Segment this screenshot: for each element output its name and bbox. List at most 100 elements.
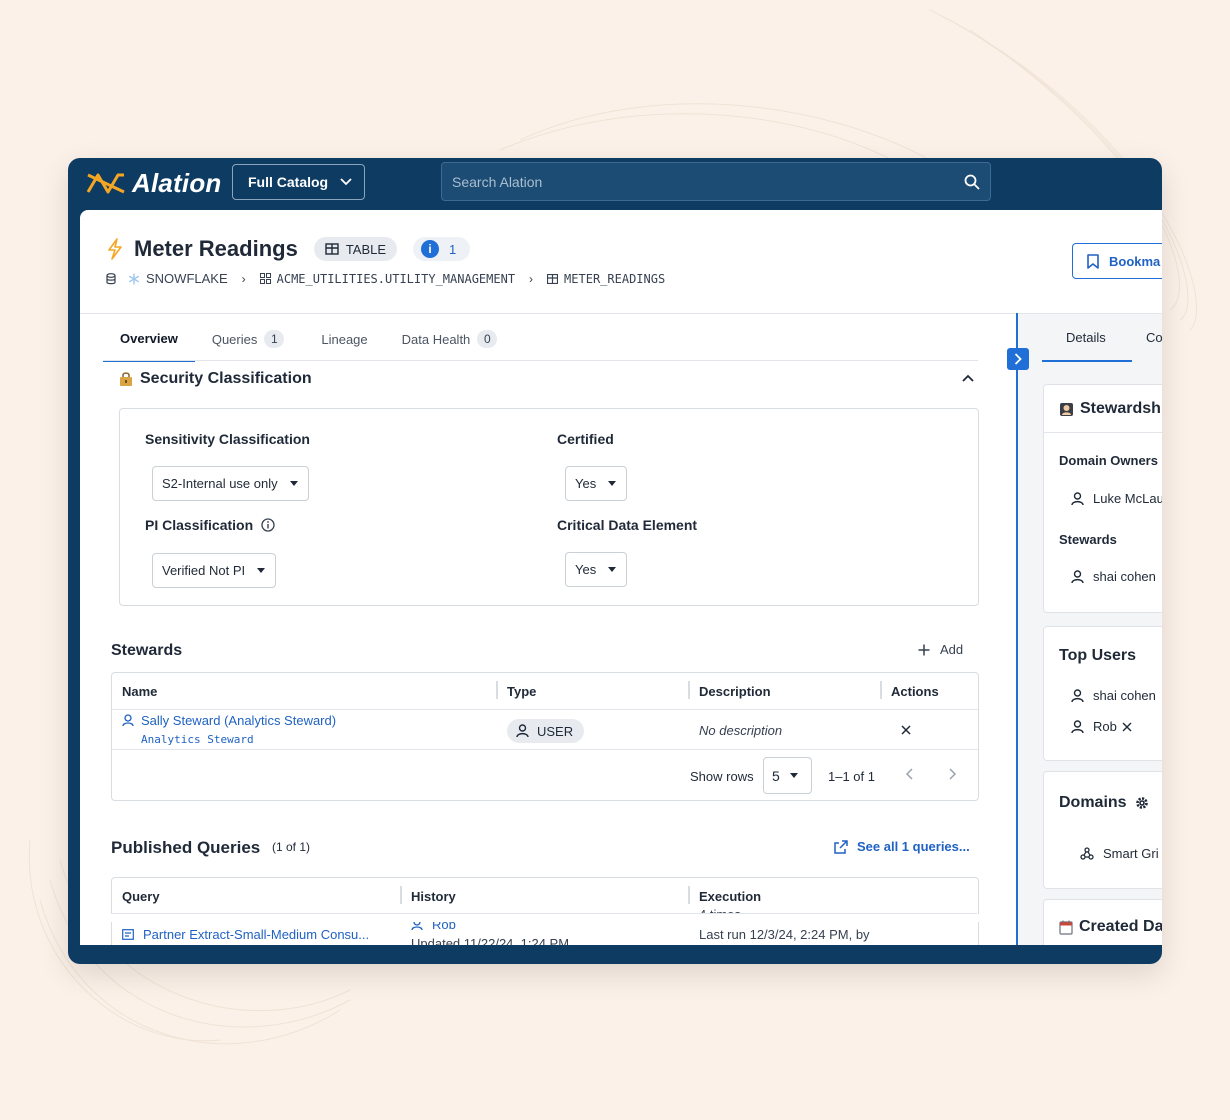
top-navigation-bar: Alation Full Catalog Search Alation <box>68 158 1162 210</box>
stewardship-title-text: Stewardshi <box>1080 400 1162 417</box>
header-row-mask <box>111 914 979 922</box>
column-header-query[interactable]: Query <box>122 889 160 904</box>
chevron-right-icon[interactable] <box>949 768 957 780</box>
column-header-execution[interactable]: Execution <box>699 889 761 904</box>
close-icon[interactable] <box>1122 722 1132 732</box>
collapse-sidebar-button[interactable] <box>1007 348 1029 370</box>
domain-owner-name: Luke McLau <box>1093 491 1162 506</box>
sensitivity-select[interactable]: S2-Internal use only <box>152 466 309 501</box>
pi-value: Verified Not PI <box>162 563 246 578</box>
steward-description: No description <box>699 723 783 738</box>
catalog-selector-button[interactable]: Full Catalog <box>232 164 365 200</box>
column-header-history[interactable]: History <box>411 889 456 904</box>
sensitivity-value: S2-Internal use only <box>162 476 278 491</box>
user-icon <box>1071 719 1084 733</box>
lock-icon <box>120 372 132 386</box>
info-count: 1 <box>449 241 457 257</box>
search-icon[interactable] <box>964 174 980 190</box>
column-header-actions: Actions <box>891 684 939 699</box>
pi-classification-select[interactable]: Verified Not PI <box>152 553 277 588</box>
tab-data-health[interactable]: Data Health 0 <box>385 316 515 362</box>
tab-queries[interactable]: Queries 1 <box>195 316 302 362</box>
column-separator <box>688 681 690 699</box>
tab-queries-label: Queries <box>211 331 258 347</box>
chevron-right-icon: › <box>241 271 246 286</box>
query-row-link[interactable]: Partner Extract-Small-Medium Consu... <box>122 927 369 942</box>
sidebar-tab-details[interactable]: Details <box>1066 330 1106 345</box>
pi-classification-label: PI Classification <box>145 517 275 533</box>
alation-logo[interactable]: Alation <box>86 168 222 198</box>
certified-label-text: Certified <box>557 431 614 447</box>
card-divider <box>1044 432 1162 433</box>
column-separator <box>496 681 498 699</box>
chevron-up-icon[interactable] <box>962 374 974 382</box>
security-classification-box: Sensitivity Classification S2-Internal u… <box>119 408 979 606</box>
see-all-queries-link[interactable]: See all 1 queries... <box>834 839 970 854</box>
domain-name: Smart Gri <box>1103 846 1159 861</box>
caret-down-icon <box>289 481 298 486</box>
tab-lineage[interactable]: Lineage <box>301 316 384 362</box>
rows-per-page-select[interactable]: 5 <box>763 757 812 794</box>
bookmark-label: Bookma <box>1109 253 1161 269</box>
tab-overview[interactable]: Overview <box>103 316 195 362</box>
created-date-card: Created Da <box>1043 899 1162 945</box>
stewards-title: Stewards <box>111 642 183 659</box>
info-chip[interactable]: i 1 <box>413 237 471 261</box>
critical-data-element-select[interactable]: Yes <box>565 552 628 587</box>
sensitivity-label: Sensitivity Classification <box>145 431 310 447</box>
certified-label: Certified <box>557 431 614 447</box>
sidebar-tab-comments[interactable]: Co <box>1146 330 1162 345</box>
page-title: Meter Readings <box>134 236 298 261</box>
top-users-title: Top Users <box>1059 647 1137 664</box>
query-icon <box>122 929 134 940</box>
breadcrumb-item-schema[interactable]: ACME_UTILITIES.UTILITY_MANAGEMENT <box>277 272 515 286</box>
certified-select[interactable]: Yes <box>565 466 628 501</box>
security-classification-title: Security Classification <box>140 370 312 387</box>
user-icon <box>516 724 529 738</box>
published-queries-count: (1 of 1) <box>272 840 311 854</box>
top-user-item[interactable]: shai cohen <box>1071 688 1156 703</box>
steward-name-link[interactable]: Sally Steward (Analytics Steward) <box>122 713 336 728</box>
domain-item[interactable]: Smart Gri <box>1080 846 1159 861</box>
catalog-selector-label: Full Catalog <box>248 174 329 190</box>
steward-name: Sally Steward (Analytics Steward) <box>141 713 337 728</box>
domain-owner-item[interactable]: Luke McLau <box>1071 491 1162 506</box>
chevron-left-icon[interactable] <box>905 768 913 780</box>
breadcrumb-item-table[interactable]: METER_READINGS <box>564 272 665 286</box>
column-separator <box>400 886 402 904</box>
column-separator <box>880 681 882 699</box>
object-type-label: TABLE <box>345 241 387 257</box>
app-window: Alation Full Catalog Search Alation Mete… <box>68 158 1162 964</box>
bookmark-icon <box>1087 253 1099 269</box>
domains-title-text: Domains <box>1059 794 1127 811</box>
breadcrumb: SNOWFLAKE › ACME_UTILITIES.UTILITY_MANAG… <box>106 271 665 286</box>
database-icon <box>106 272 116 284</box>
remove-steward-close-icon[interactable] <box>901 725 911 735</box>
breadcrumb-item-snowflake[interactable]: SNOWFLAKE <box>146 271 228 286</box>
execution-last-run: Last run 12/3/24, 2:24 PM, by <box>699 927 870 942</box>
history-updated: Updated 11/22/24, 1:24 PM <box>411 936 570 945</box>
alation-logo-icon <box>86 173 125 194</box>
tab-divider <box>103 360 978 361</box>
critical-data-element-label: Critical Data Element <box>557 517 697 533</box>
steward-item[interactable]: shai cohen <box>1071 569 1156 584</box>
tab-queries-count: 1 <box>264 330 285 348</box>
search-input[interactable]: Search Alation <box>441 162 991 201</box>
security-classification-header[interactable]: Security Classification <box>118 370 312 388</box>
row-divider <box>112 749 978 750</box>
column-header-name[interactable]: Name <box>122 684 157 699</box>
certified-value: Yes <box>575 476 597 491</box>
column-header-description[interactable]: Description <box>699 684 771 699</box>
bookmark-button[interactable]: Bookma <box>1072 243 1162 279</box>
info-outline-icon[interactable] <box>261 518 275 532</box>
chevron-right-icon <box>1014 353 1022 365</box>
lightning-icon <box>108 238 122 260</box>
column-header-type[interactable]: Type <box>507 684 536 699</box>
caret-down-icon <box>608 481 617 486</box>
top-user-name: shai cohen <box>1093 688 1156 703</box>
top-user-item[interactable]: Rob <box>1071 719 1132 734</box>
gear-icon[interactable] <box>1135 796 1149 810</box>
stewards-label: Stewards <box>1059 532 1117 547</box>
add-steward-button[interactable]: Add <box>918 642 963 657</box>
caret-down-icon <box>257 568 266 573</box>
